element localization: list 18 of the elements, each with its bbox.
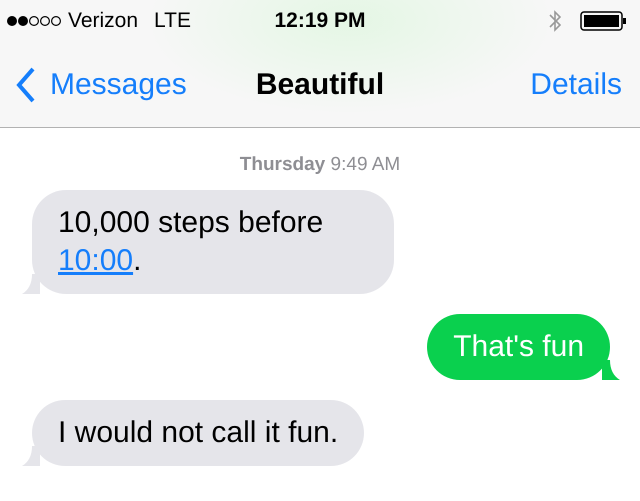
status-time: 12:19 PM [274,9,366,33]
message-bubble: I would not call it fun. [32,400,364,466]
back-button[interactable]: Messages [16,67,187,103]
bluetooth-icon [548,9,562,33]
bubble-tail [22,446,40,466]
message-bubble: That's fun [427,314,610,380]
signal-icon [6,15,62,27]
network-type: LTE [154,9,192,33]
battery-icon [580,11,628,31]
chevron-icon [16,67,36,103]
conversation-title: Beautiful [256,68,384,102]
carrier-name: Verizon [68,9,138,33]
details-button[interactable]: Details [530,68,622,102]
bubble-tail [22,274,40,294]
bubble-tail [602,360,620,380]
message-bubble: 10,000 steps before 10:00. [32,190,394,294]
message-timestamp: Thursday 9:49 AM [240,154,400,176]
time-link[interactable]: 10:00 [58,244,134,277]
